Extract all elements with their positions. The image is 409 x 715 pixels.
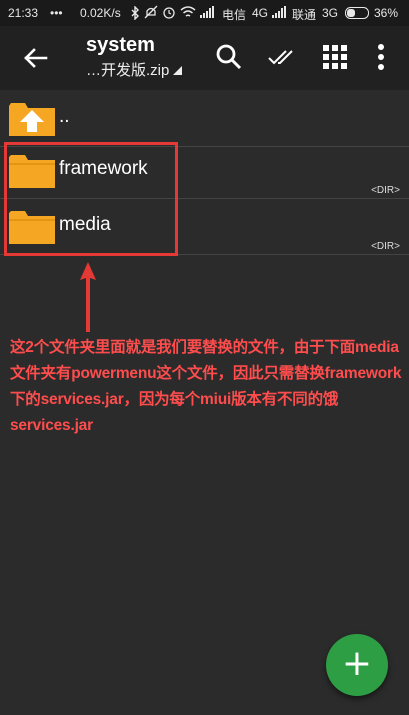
annotation-text: 这2个文件夹里面就是我们要替换的文件，由于下面media文件夹有powermen… <box>10 339 402 434</box>
wifi-icon <box>180 6 196 17</box>
signal2-icon <box>272 6 286 18</box>
archive-selector[interactable]: …开发版.zip <box>86 59 183 80</box>
status-bar: 21:33 ••• 0.02K/s 电信 4G 联通 3G 36% <box>0 0 409 26</box>
grid-icon[interactable] <box>320 42 350 72</box>
more-vert-icon[interactable] <box>366 42 396 72</box>
alarm-icon <box>163 7 175 19</box>
up-arrow-icon <box>80 262 96 332</box>
double-check-icon[interactable] <box>266 42 296 72</box>
archive-name: …开发版.zip <box>86 62 170 79</box>
app-bar: system …开发版.zip <box>0 26 409 90</box>
battery-icon <box>345 7 369 19</box>
status-carrier2: 联通 <box>292 8 317 22</box>
status-time: 21:33 <box>8 6 39 20</box>
highlight-box <box>4 142 178 256</box>
mute-icon <box>144 5 158 19</box>
dropdown-triangle-icon <box>173 66 183 75</box>
search-icon[interactable] <box>214 42 244 72</box>
bluetooth-icon <box>131 6 139 20</box>
list-item-type: <DIR> <box>371 241 400 252</box>
signal1-icon <box>200 6 214 18</box>
status-net2: 3G <box>322 6 339 20</box>
list-item-label: .. <box>59 106 70 127</box>
status-speed: 0.02K/s <box>80 6 121 20</box>
folder-up-icon <box>9 103 55 136</box>
status-battery: 36% <box>374 6 399 20</box>
status-carrier1: 电信 <box>222 8 247 22</box>
page-title: system <box>86 34 155 56</box>
add-button[interactable]: + <box>326 634 388 696</box>
list-item-type: <DIR> <box>371 185 400 196</box>
status-dots: ••• <box>50 6 63 20</box>
list-item-parent[interactable]: .. <box>0 90 409 147</box>
back-arrow-icon[interactable] <box>20 42 52 74</box>
status-net1: 4G <box>252 6 269 20</box>
plus-icon: + <box>341 643 373 684</box>
